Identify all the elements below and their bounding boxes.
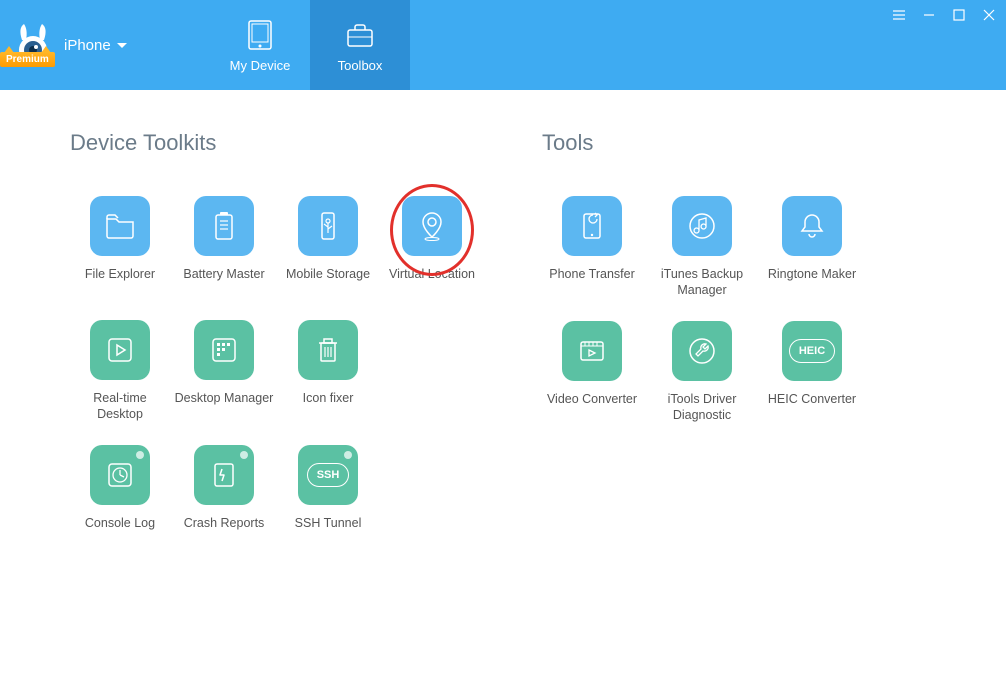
logo-area: Premium iPhone: [0, 0, 210, 90]
toolbox-icon: [343, 18, 377, 52]
tablet-icon: [243, 18, 277, 52]
tab-label: Toolbox: [338, 58, 383, 73]
maximize-button[interactable]: [950, 6, 968, 24]
tool-label: iTunes Backup Manager: [652, 266, 752, 299]
battery-icon: [207, 209, 241, 243]
tool-label: Real-time Desktop: [70, 390, 170, 423]
section-title: Device Toolkits: [70, 130, 482, 156]
content: Device Toolkits File Explorer Battery Ma…: [0, 90, 1006, 567]
tool-label: HEIC Converter: [768, 391, 856, 423]
tool-label: Video Converter: [547, 391, 637, 423]
app-grid-icon: [207, 333, 241, 367]
titlebar: Premium iPhone My Device Toolbox: [0, 0, 1006, 90]
ssh-icon: SSH: [307, 463, 349, 487]
dot-indicator: [240, 451, 248, 459]
device-selector[interactable]: iPhone: [64, 37, 127, 54]
tool-label: Ringtone Maker: [768, 266, 856, 298]
tool-itunes-backup-manager[interactable]: iTunes Backup Manager: [652, 196, 752, 299]
section-title: Tools: [542, 130, 946, 156]
tool-label: File Explorer: [85, 266, 155, 298]
tool-battery-master[interactable]: Battery Master: [174, 196, 274, 298]
clock-icon: [103, 458, 137, 492]
tool-itools-driver-diagnostic[interactable]: iTools Driver Diagnostic: [652, 321, 752, 424]
tool-label: iTools Driver Diagnostic: [652, 391, 752, 424]
trash-icon: [311, 333, 345, 367]
tool-realtime-desktop[interactable]: Real-time Desktop: [70, 320, 170, 423]
tool-console-log[interactable]: Console Log: [70, 445, 170, 547]
dot-indicator: [344, 451, 352, 459]
tab-toolbox[interactable]: Toolbox: [310, 0, 410, 90]
tool-file-explorer[interactable]: File Explorer: [70, 196, 170, 298]
close-button[interactable]: [980, 6, 998, 24]
maximize-icon: [952, 8, 966, 22]
tool-icon-fixer[interactable]: Icon fixer: [278, 320, 378, 423]
tool-heic-converter[interactable]: HEIC HEIC Converter: [762, 321, 862, 424]
phone-transfer-icon: [575, 209, 609, 243]
location-pin-icon: [415, 209, 449, 243]
device-toolkits-grid: File Explorer Battery Master Mobile Stor…: [70, 196, 482, 547]
device-selector-label: iPhone: [64, 37, 111, 54]
tool-crash-reports[interactable]: Crash Reports: [174, 445, 274, 547]
tool-label: Crash Reports: [184, 515, 265, 547]
menu-icon: [892, 8, 906, 22]
tool-label: Mobile Storage: [286, 266, 370, 298]
music-note-icon: [685, 209, 719, 243]
tool-label: Icon fixer: [303, 390, 354, 422]
tool-video-converter[interactable]: Video Converter: [542, 321, 642, 424]
tools-grid: Phone Transfer iTunes Backup Manager Rin…: [542, 196, 946, 423]
tool-label: Phone Transfer: [549, 266, 634, 298]
tab-label: My Device: [230, 58, 291, 73]
section-tools: Tools Phone Transfer iTunes Backup Manag…: [542, 130, 946, 547]
heic-icon: HEIC: [789, 339, 835, 363]
crash-report-icon: [207, 458, 241, 492]
tool-label: Desktop Manager: [175, 390, 274, 422]
close-icon: [982, 8, 996, 22]
tool-label: Console Log: [85, 515, 155, 547]
tool-label: Battery Master: [183, 266, 264, 298]
dot-indicator: [136, 451, 144, 459]
tab-my-device[interactable]: My Device: [210, 0, 310, 90]
tool-ringtone-maker[interactable]: Ringtone Maker: [762, 196, 862, 299]
tool-virtual-location[interactable]: Virtual Location: [382, 196, 482, 298]
tool-phone-transfer[interactable]: Phone Transfer: [542, 196, 642, 299]
film-icon: [575, 334, 609, 368]
wrench-icon: [685, 334, 719, 368]
tool-label: Virtual Location: [389, 266, 475, 298]
usb-icon: [311, 209, 345, 243]
minimize-icon: [922, 8, 936, 22]
window-controls: [890, 6, 998, 24]
premium-badge: Premium: [0, 52, 55, 67]
bell-icon: [795, 209, 829, 243]
minimize-button[interactable]: [920, 6, 938, 24]
nav-tabs: My Device Toolbox: [210, 0, 410, 90]
tool-ssh-tunnel[interactable]: SSH SSH Tunnel: [278, 445, 378, 547]
chevron-down-icon: [117, 43, 127, 48]
tool-label: SSH Tunnel: [295, 515, 362, 547]
section-device-toolkits: Device Toolkits File Explorer Battery Ma…: [70, 130, 482, 547]
tool-desktop-manager[interactable]: Desktop Manager: [174, 320, 274, 423]
folder-icon: [103, 209, 137, 243]
play-square-icon: [103, 333, 137, 367]
tool-mobile-storage[interactable]: Mobile Storage: [278, 196, 378, 298]
menu-button[interactable]: [890, 6, 908, 24]
